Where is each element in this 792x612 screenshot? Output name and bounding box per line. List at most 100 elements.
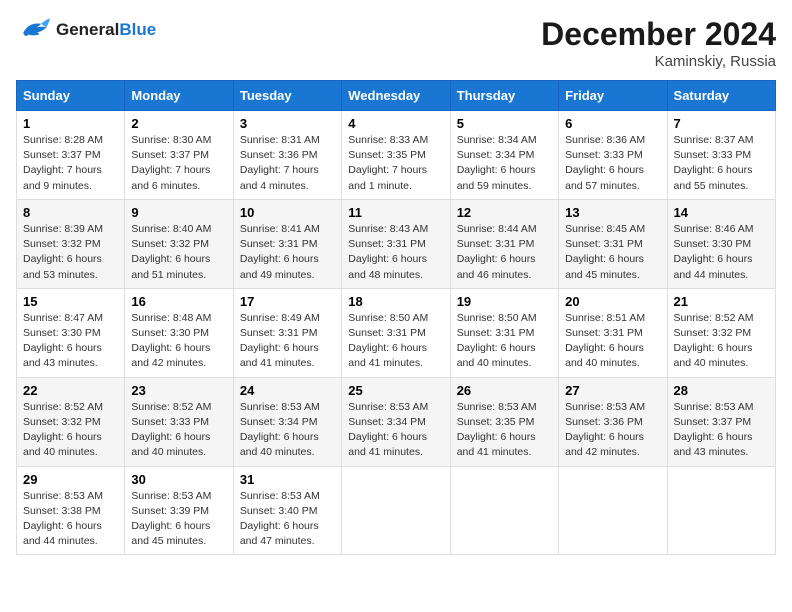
- day-detail: Sunrise: 8:37 AMSunset: 3:33 PMDaylight:…: [674, 133, 769, 194]
- day-detail: Sunrise: 8:53 AMSunset: 3:34 PMDaylight:…: [240, 400, 335, 461]
- day-detail: Sunrise: 8:43 AMSunset: 3:31 PMDaylight:…: [348, 222, 443, 283]
- day-detail: Sunrise: 8:48 AMSunset: 3:30 PMDaylight:…: [131, 311, 226, 372]
- day-detail: Sunrise: 8:33 AMSunset: 3:35 PMDaylight:…: [348, 133, 443, 194]
- day-number: 2: [131, 116, 226, 131]
- day-detail: Sunrise: 8:49 AMSunset: 3:31 PMDaylight:…: [240, 311, 335, 372]
- day-detail: Sunrise: 8:53 AMSunset: 3:39 PMDaylight:…: [131, 489, 226, 550]
- day-cell-15: 15 Sunrise: 8:47 AMSunset: 3:30 PMDayligh…: [17, 288, 125, 377]
- day-detail: Sunrise: 8:31 AMSunset: 3:36 PMDaylight:…: [240, 133, 335, 194]
- week-row-4: 22 Sunrise: 8:52 AMSunset: 3:32 PMDayligh…: [17, 377, 776, 466]
- day-number: 15: [23, 294, 118, 309]
- day-detail: Sunrise: 8:53 AMSunset: 3:38 PMDaylight:…: [23, 489, 118, 550]
- day-cell-12: 12 Sunrise: 8:44 AMSunset: 3:31 PMDayligh…: [450, 199, 558, 288]
- day-detail: Sunrise: 8:53 AMSunset: 3:37 PMDaylight:…: [674, 400, 769, 461]
- day-detail: Sunrise: 8:52 AMSunset: 3:32 PMDaylight:…: [674, 311, 769, 372]
- day-number: 14: [674, 205, 769, 220]
- day-cell-29: 29 Sunrise: 8:53 AMSunset: 3:38 PMDayligh…: [17, 466, 125, 555]
- day-number: 29: [23, 472, 118, 487]
- day-number: 1: [23, 116, 118, 131]
- day-number: 22: [23, 383, 118, 398]
- day-cell-17: 17 Sunrise: 8:49 AMSunset: 3:31 PMDayligh…: [233, 288, 341, 377]
- empty-cell: [342, 466, 450, 555]
- day-number: 23: [131, 383, 226, 398]
- day-detail: Sunrise: 8:52 AMSunset: 3:32 PMDaylight:…: [23, 400, 118, 461]
- day-detail: Sunrise: 8:28 AMSunset: 3:37 PMDaylight:…: [23, 133, 118, 194]
- day-number: 25: [348, 383, 443, 398]
- day-number: 30: [131, 472, 226, 487]
- day-detail: Sunrise: 8:47 AMSunset: 3:30 PMDaylight:…: [23, 311, 118, 372]
- day-number: 7: [674, 116, 769, 131]
- day-detail: Sunrise: 8:53 AMSunset: 3:40 PMDaylight:…: [240, 489, 335, 550]
- logo: GeneralBlue: [16, 16, 156, 44]
- weekday-header-friday: Friday: [559, 81, 667, 111]
- day-number: 8: [23, 205, 118, 220]
- day-detail: Sunrise: 8:53 AMSunset: 3:34 PMDaylight:…: [348, 400, 443, 461]
- logo-text: GeneralBlue: [56, 20, 156, 40]
- day-cell-28: 28 Sunrise: 8:53 AMSunset: 3:37 PMDayligh…: [667, 377, 775, 466]
- day-cell-21: 21 Sunrise: 8:52 AMSunset: 3:32 PMDayligh…: [667, 288, 775, 377]
- day-number: 18: [348, 294, 443, 309]
- week-row-1: 1 Sunrise: 8:28 AMSunset: 3:37 PMDaylight…: [17, 111, 776, 200]
- day-cell-11: 11Sunrise: 8:43 AMSunset: 3:31 PMDayligh…: [342, 199, 450, 288]
- day-detail: Sunrise: 8:39 AMSunset: 3:32 PMDaylight:…: [23, 222, 118, 283]
- day-number: 10: [240, 205, 335, 220]
- day-detail: Sunrise: 8:53 AMSunset: 3:36 PMDaylight:…: [565, 400, 660, 461]
- day-cell-6: 6Sunrise: 8:36 AMSunset: 3:33 PMDaylight…: [559, 111, 667, 200]
- month-title: December 2024: [541, 16, 776, 53]
- day-number: 5: [457, 116, 552, 131]
- day-detail: Sunrise: 8:34 AMSunset: 3:34 PMDaylight:…: [457, 133, 552, 194]
- logo-bird-icon: [16, 16, 52, 44]
- day-cell-5: 5 Sunrise: 8:34 AMSunset: 3:34 PMDaylight…: [450, 111, 558, 200]
- day-detail: Sunrise: 8:41 AMSunset: 3:31 PMDaylight:…: [240, 222, 335, 283]
- day-number: 27: [565, 383, 660, 398]
- day-cell-2: 2Sunrise: 8:30 AMSunset: 3:37 PMDaylight…: [125, 111, 233, 200]
- day-number: 6: [565, 116, 660, 131]
- day-cell-20: 20Sunrise: 8:51 AMSunset: 3:31 PMDayligh…: [559, 288, 667, 377]
- day-detail: Sunrise: 8:50 AMSunset: 3:31 PMDaylight:…: [348, 311, 443, 372]
- day-cell-7: 7 Sunrise: 8:37 AMSunset: 3:33 PMDaylight…: [667, 111, 775, 200]
- day-number: 26: [457, 383, 552, 398]
- day-number: 31: [240, 472, 335, 487]
- day-number: 12: [457, 205, 552, 220]
- day-number: 13: [565, 205, 660, 220]
- day-cell-9: 9Sunrise: 8:40 AMSunset: 3:32 PMDaylight…: [125, 199, 233, 288]
- calendar-table: SundayMondayTuesdayWednesdayThursdayFrid…: [16, 80, 776, 555]
- day-cell-8: 8 Sunrise: 8:39 AMSunset: 3:32 PMDaylight…: [17, 199, 125, 288]
- day-cell-27: 27 Sunrise: 8:53 AMSunset: 3:36 PMDayligh…: [559, 377, 667, 466]
- day-number: 3: [240, 116, 335, 131]
- day-cell-18: 18 Sunrise: 8:50 AMSunset: 3:31 PMDayligh…: [342, 288, 450, 377]
- day-cell-3: 3 Sunrise: 8:31 AMSunset: 3:36 PMDaylight…: [233, 111, 341, 200]
- day-cell-24: 24 Sunrise: 8:53 AMSunset: 3:34 PMDayligh…: [233, 377, 341, 466]
- day-number: 21: [674, 294, 769, 309]
- location: Kaminskiy, Russia: [541, 53, 776, 70]
- day-cell-4: 4 Sunrise: 8:33 AMSunset: 3:35 PMDaylight…: [342, 111, 450, 200]
- empty-cell: [559, 466, 667, 555]
- day-detail: Sunrise: 8:50 AMSunset: 3:31 PMDaylight:…: [457, 311, 552, 372]
- day-number: 17: [240, 294, 335, 309]
- day-detail: Sunrise: 8:40 AMSunset: 3:32 PMDaylight:…: [131, 222, 226, 283]
- weekday-header-thursday: Thursday: [450, 81, 558, 111]
- weekday-header-tuesday: Tuesday: [233, 81, 341, 111]
- day-detail: Sunrise: 8:45 AMSunset: 3:31 PMDaylight:…: [565, 222, 660, 283]
- header: GeneralBlue December 2024 Kaminskiy, Rus…: [16, 16, 776, 70]
- day-number: 28: [674, 383, 769, 398]
- day-cell-19: 19 Sunrise: 8:50 AMSunset: 3:31 PMDayligh…: [450, 288, 558, 377]
- weekday-header-wednesday: Wednesday: [342, 81, 450, 111]
- empty-cell: [667, 466, 775, 555]
- day-detail: Sunrise: 8:44 AMSunset: 3:31 PMDaylight:…: [457, 222, 552, 283]
- day-detail: Sunrise: 8:46 AMSunset: 3:30 PMDaylight:…: [674, 222, 769, 283]
- day-detail: Sunrise: 8:53 AMSunset: 3:35 PMDaylight:…: [457, 400, 552, 461]
- week-row-3: 15 Sunrise: 8:47 AMSunset: 3:30 PMDayligh…: [17, 288, 776, 377]
- week-row-2: 8 Sunrise: 8:39 AMSunset: 3:32 PMDaylight…: [17, 199, 776, 288]
- day-cell-14: 14 Sunrise: 8:46 AMSunset: 3:30 PMDayligh…: [667, 199, 775, 288]
- day-cell-26: 26 Sunrise: 8:53 AMSunset: 3:35 PMDayligh…: [450, 377, 558, 466]
- day-number: 24: [240, 383, 335, 398]
- day-detail: Sunrise: 8:51 AMSunset: 3:31 PMDaylight:…: [565, 311, 660, 372]
- day-number: 19: [457, 294, 552, 309]
- day-cell-13: 13 Sunrise: 8:45 AMSunset: 3:31 PMDayligh…: [559, 199, 667, 288]
- empty-cell: [450, 466, 558, 555]
- day-cell-10: 10 Sunrise: 8:41 AMSunset: 3:31 PMDayligh…: [233, 199, 341, 288]
- day-cell-25: 25 Sunrise: 8:53 AMSunset: 3:34 PMDayligh…: [342, 377, 450, 466]
- day-number: 4: [348, 116, 443, 131]
- day-cell-22: 22 Sunrise: 8:52 AMSunset: 3:32 PMDayligh…: [17, 377, 125, 466]
